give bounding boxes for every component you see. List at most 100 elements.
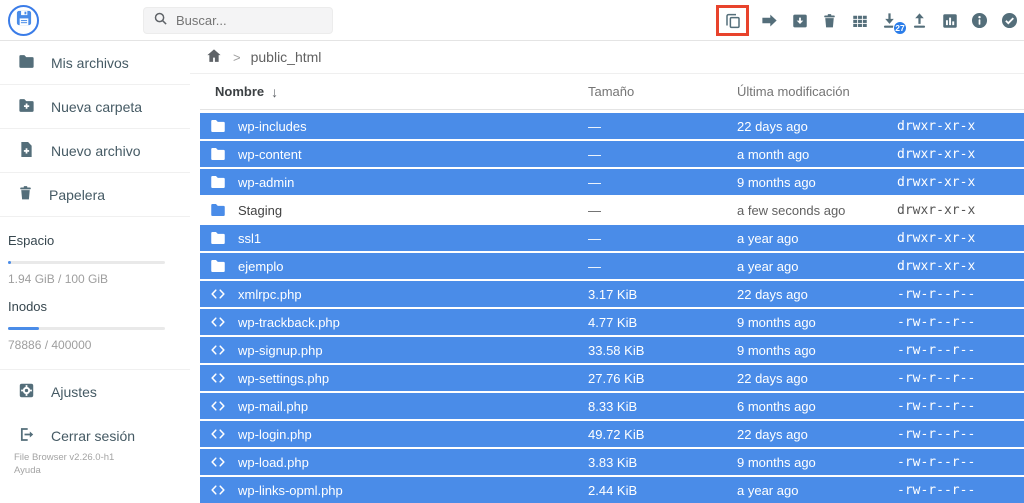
file-name: wp-trackback.php <box>238 314 340 330</box>
table-row[interactable]: ssl1 — a year ago drwxr-xr-x <box>200 225 1024 251</box>
sidebar-item-label: Cerrar sesión <box>51 428 136 444</box>
table-row[interactable]: wp-mail.php 8.33 KiB 6 months ago -rw-r-… <box>200 393 1024 419</box>
check-circle-icon <box>1000 11 1019 30</box>
home-icon[interactable] <box>205 47 223 68</box>
sidebar-item-label: Papelera <box>49 186 106 203</box>
file-permissions: drwxr-xr-x <box>897 146 976 162</box>
file-size: — <box>588 174 601 190</box>
select-all-button[interactable] <box>1000 11 1019 30</box>
sidebar-item-new-file[interactable]: Nuevo archivo <box>0 129 190 173</box>
file-size: 3.83 KiB <box>588 454 638 470</box>
table-row[interactable]: wp-load.php 3.83 KiB 9 months ago -rw-r-… <box>200 449 1024 475</box>
file-size: — <box>588 146 601 162</box>
space-usage-bar <box>8 261 165 264</box>
file-modified: a year ago <box>737 230 799 246</box>
file-permissions: -rw-r--r-- <box>897 370 976 386</box>
breadcrumb-path[interactable]: public_html <box>251 49 322 65</box>
file-name: wp-load.php <box>238 454 309 470</box>
search-input[interactable] <box>176 13 352 28</box>
table-row[interactable]: xmlrpc.php 3.17 KiB 22 days ago -rw-r--r… <box>200 281 1024 307</box>
inodes-usage-bar <box>8 327 165 330</box>
grid-view-button[interactable] <box>850 11 869 30</box>
file-permissions: -rw-r--r-- <box>897 398 976 414</box>
folder-icon <box>208 144 228 164</box>
upload-button[interactable] <box>910 11 929 30</box>
file-modified: 6 months ago <box>737 398 816 414</box>
info-button[interactable] <box>970 11 989 30</box>
sidebar-actions: Ajustes Cerrar sesión <box>0 369 190 458</box>
code-file-icon <box>208 452 228 472</box>
file-permissions: -rw-r--r-- <box>897 342 976 358</box>
upload-icon <box>910 11 929 30</box>
table-row[interactable]: wp-settings.php 27.76 KiB 22 days ago -r… <box>200 365 1024 391</box>
file-size: — <box>588 202 601 218</box>
code-file-icon <box>208 480 228 500</box>
file-name: ssl1 <box>238 230 262 246</box>
file-permissions: drwxr-xr-x <box>897 174 976 190</box>
column-header-name[interactable]: Nombre ↓ <box>200 84 588 100</box>
file-modified: 22 days ago <box>737 286 808 302</box>
file-size: — <box>588 118 601 134</box>
table-row[interactable]: wp-links-opml.php 2.44 KiB a year ago -r… <box>200 477 1024 503</box>
file-name: wp-includes <box>238 118 307 134</box>
file-modified: 22 days ago <box>737 370 808 386</box>
file-modified: a year ago <box>737 258 799 274</box>
app-logo[interactable] <box>8 5 39 36</box>
delete-button[interactable] <box>820 11 839 30</box>
download-count-badge: 27 <box>893 21 907 35</box>
help-link[interactable]: Ayuda <box>14 465 41 476</box>
file-modified: a month ago <box>737 146 810 162</box>
table-row[interactable]: wp-login.php 49.72 KiB 22 days ago -rw-r… <box>200 421 1024 447</box>
folder-icon <box>208 172 228 192</box>
folder-icon <box>208 116 228 136</box>
file-name: wp-settings.php <box>238 370 330 386</box>
new-folder-icon <box>17 96 36 118</box>
sidebar-item-trash[interactable]: Papelera <box>0 173 190 217</box>
folder-icon <box>208 200 228 220</box>
table-row[interactable]: wp-includes — 22 days ago drwxr-xr-x <box>200 113 1024 139</box>
table-row[interactable]: wp-content — a month ago drwxr-xr-x <box>200 141 1024 167</box>
file-modified: 9 months ago <box>737 342 816 358</box>
bar-chart-icon <box>941 12 959 30</box>
archive-button[interactable] <box>790 11 809 30</box>
sidebar-item-settings[interactable]: Ajustes <box>0 370 190 414</box>
copy-icon <box>724 12 742 30</box>
file-name: Staging <box>238 202 283 218</box>
table-header: Nombre ↓ Tamaño Última modificación <box>200 74 1024 110</box>
space-usage-value: 1.94 GiB / 100 GiB <box>8 272 109 286</box>
table-row[interactable]: Staging — a few seconds ago drwxr-xr-x <box>200 197 1024 223</box>
copy-button[interactable] <box>723 11 742 30</box>
table-row[interactable]: wp-admin — 9 months ago drwxr-xr-x <box>200 169 1024 195</box>
main-panel: > public_html Nombre ↓ Tamaño Última mod… <box>190 41 1024 503</box>
sidebar-item-my-files[interactable]: Mis archivos <box>0 41 190 85</box>
arrow-right-icon <box>760 11 779 30</box>
move-button[interactable] <box>760 11 779 30</box>
inodes-usage-label: Inodos <box>8 299 48 314</box>
folder-icon <box>208 256 228 276</box>
column-header-size[interactable]: Tamaño <box>588 84 737 99</box>
file-name: wp-links-opml.php <box>238 482 343 498</box>
table-row[interactable]: ejemplo — a year ago drwxr-xr-x <box>200 253 1024 279</box>
info-icon <box>970 11 989 30</box>
file-name: wp-signup.php <box>238 342 323 358</box>
table-row[interactable]: wp-signup.php 33.58 KiB 9 months ago -rw… <box>200 337 1024 363</box>
file-name-cell: ejemplo <box>200 256 588 276</box>
file-size: 49.72 KiB <box>588 426 645 442</box>
sidebar-item-label: Nuevo archivo <box>51 142 141 159</box>
file-permissions: drwxr-xr-x <box>897 202 976 218</box>
sidebar-item-new-folder[interactable]: Nueva carpeta <box>0 85 190 129</box>
top-bar: 27 <box>0 0 1024 41</box>
sidebar-footer: File Browser v2.26.0-h1 Ayuda <box>14 451 114 477</box>
column-header-modified[interactable]: Última modificación <box>737 84 897 99</box>
file-name-cell: wp-links-opml.php <box>200 480 588 500</box>
download-button[interactable]: 27 <box>880 11 907 35</box>
stats-button[interactable] <box>940 11 959 30</box>
code-file-icon <box>208 396 228 416</box>
folder-icon <box>17 52 36 74</box>
search-box[interactable] <box>143 7 352 34</box>
code-file-icon <box>208 368 228 388</box>
file-name-cell: wp-signup.php <box>200 340 588 360</box>
file-size: 3.17 KiB <box>588 286 638 302</box>
table-row[interactable]: wp-trackback.php 4.77 KiB 9 months ago -… <box>200 309 1024 335</box>
inodes-usage-value: 78886 / 400000 <box>8 338 92 352</box>
